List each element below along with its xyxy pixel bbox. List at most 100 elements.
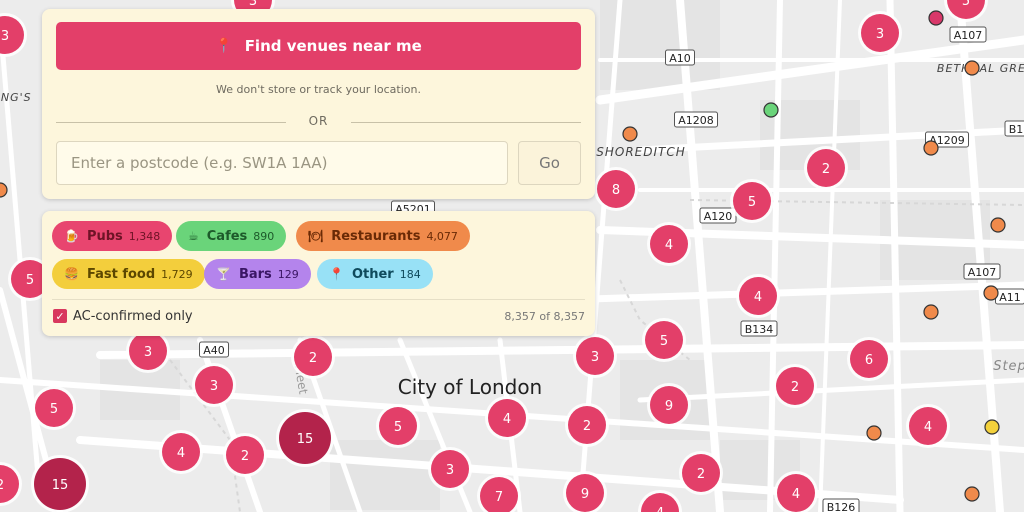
venue-dot[interactable]: [923, 304, 939, 320]
svg-text:4: 4: [665, 238, 673, 253]
cluster-marker[interactable]: 4: [485, 396, 529, 440]
cluster-marker[interactable]: 2: [565, 403, 609, 447]
venue-dot[interactable]: [928, 10, 944, 26]
svg-text:2: 2: [791, 380, 799, 395]
category-count: 1,348: [128, 229, 161, 243]
svg-text:B1: B1: [1009, 123, 1024, 136]
svg-text:B126: B126: [827, 501, 856, 512]
svg-text:2: 2: [583, 419, 591, 434]
filter-panel: 🍺 Pubs 1,348 ☕ Cafes 890 🍽 Restaurants 4,077 🍔 Fas…: [42, 211, 595, 336]
place-label: SHOREDITCH: [596, 145, 686, 159]
cluster-marker[interactable]: 2: [804, 146, 848, 190]
cluster-marker[interactable]: 3: [428, 447, 472, 491]
venue-dot[interactable]: [866, 425, 882, 441]
cluster-marker[interactable]: 15: [276, 409, 334, 467]
place-label: KING'S: [0, 91, 32, 104]
svg-text:A10: A10: [669, 52, 691, 65]
cluster-marker[interactable]: 15: [31, 455, 89, 512]
road-label: A1208: [674, 111, 718, 128]
category-count: 184: [399, 267, 421, 281]
cluster-marker[interactable]: 4: [159, 430, 203, 474]
svg-text:2: 2: [697, 467, 705, 482]
cluster-marker[interactable]: 4: [647, 222, 691, 266]
svg-text:2: 2: [0, 478, 4, 493]
road-label: A11: [995, 288, 1024, 305]
svg-text:3: 3: [1, 29, 9, 44]
category-chip-fast-food[interactable]: 🍔 Fast food 1,729: [52, 259, 205, 289]
svg-text:4: 4: [924, 420, 932, 435]
divider: [52, 299, 585, 300]
venue-dot[interactable]: [990, 217, 1006, 233]
cluster-marker[interactable]: 2: [773, 364, 817, 408]
svg-text:B134: B134: [745, 323, 774, 336]
venue-dot[interactable]: [964, 486, 980, 502]
venue-dot[interactable]: [923, 140, 939, 156]
cluster-marker[interactable]: 2: [679, 451, 723, 495]
svg-text:A120: A120: [704, 210, 733, 223]
cluster-marker[interactable]: 4: [736, 274, 780, 318]
category-label: Bars: [238, 266, 272, 282]
privacy-note: We don't store or track your location.: [216, 83, 421, 96]
category-label: Fast food: [86, 266, 156, 282]
cluster-marker[interactable]: 2: [291, 335, 335, 379]
category-chip-pubs[interactable]: 🍺 Pubs 1,348: [52, 221, 173, 251]
or-separator: OR: [56, 113, 581, 133]
category-count: 129: [277, 267, 299, 281]
svg-text:3: 3: [591, 350, 599, 365]
or-label: OR: [308, 114, 329, 128]
category-chip-restaurants[interactable]: 🍽 Restaurants 4,077: [296, 221, 470, 251]
svg-text:15: 15: [52, 478, 69, 493]
category-label: Pubs: [86, 228, 123, 244]
svg-text:A107: A107: [968, 266, 997, 279]
svg-text:5: 5: [962, 0, 970, 9]
category-chip-other[interactable]: 📍 Other 184: [317, 259, 433, 289]
cluster-marker[interactable]: 3: [192, 363, 236, 407]
svg-text:8: 8: [612, 183, 620, 198]
svg-text:2: 2: [309, 351, 317, 366]
svg-text:15: 15: [297, 432, 314, 447]
venue-dot[interactable]: [983, 285, 999, 301]
category-chip-cafes[interactable]: ☕ Cafes 890: [176, 221, 287, 251]
cluster-marker[interactable]: 3: [573, 334, 617, 378]
cluster-marker[interactable]: 5: [376, 404, 420, 448]
category-count: 1,729: [161, 267, 193, 281]
venue-dot[interactable]: [984, 419, 1000, 435]
category-chip-bars[interactable]: 🍸 Bars 129: [204, 259, 311, 289]
ac-confirmed-label[interactable]: AC-confirmed only: [73, 309, 193, 324]
road-label: A40: [199, 341, 229, 358]
cluster-marker[interactable]: 5: [32, 386, 76, 430]
cluster-marker[interactable]: 5: [642, 318, 686, 362]
ac-confirmed-checkbox[interactable]: ✓: [53, 309, 67, 323]
venue-total: 8,357 of 8,357: [504, 310, 585, 323]
svg-text:4: 4: [656, 506, 664, 512]
beer-icon: 🍺: [64, 229, 79, 243]
pin-icon: 📍: [329, 267, 344, 281]
road-label: B134: [740, 320, 778, 337]
venue-dot[interactable]: [964, 60, 980, 76]
cluster-marker[interactable]: 5: [730, 179, 774, 223]
road-label: A120: [699, 207, 737, 224]
burger-icon: 🍔: [64, 267, 79, 281]
svg-text:5: 5: [748, 195, 756, 210]
cluster-marker[interactable]: 3: [858, 11, 902, 55]
svg-text:2: 2: [822, 162, 830, 177]
svg-text:3: 3: [876, 27, 884, 42]
find-venues-button[interactable]: 📍 Find venues near me: [56, 22, 581, 70]
postcode-input[interactable]: [56, 141, 508, 185]
cluster-marker[interactable]: 8: [594, 167, 638, 211]
cluster-marker[interactable]: 4: [906, 404, 950, 448]
cluster-marker[interactable]: 6: [847, 337, 891, 381]
find-venues-label: Find venues near me: [244, 37, 422, 55]
road-label: B126: [822, 498, 860, 512]
go-button[interactable]: Go: [518, 141, 581, 185]
svg-text:2: 2: [241, 449, 249, 464]
svg-text:A1208: A1208: [678, 114, 714, 127]
venue-dot[interactable]: [622, 126, 638, 142]
place-label: BETHNAL GREEN: [937, 62, 1024, 75]
svg-text:9: 9: [665, 399, 673, 414]
venue-dot[interactable]: [763, 102, 779, 118]
svg-text:A107: A107: [954, 29, 983, 42]
coffee-icon: ☕: [188, 229, 199, 243]
cluster-marker[interactable]: 2: [223, 433, 267, 477]
cluster-marker[interactable]: 9: [647, 383, 691, 427]
